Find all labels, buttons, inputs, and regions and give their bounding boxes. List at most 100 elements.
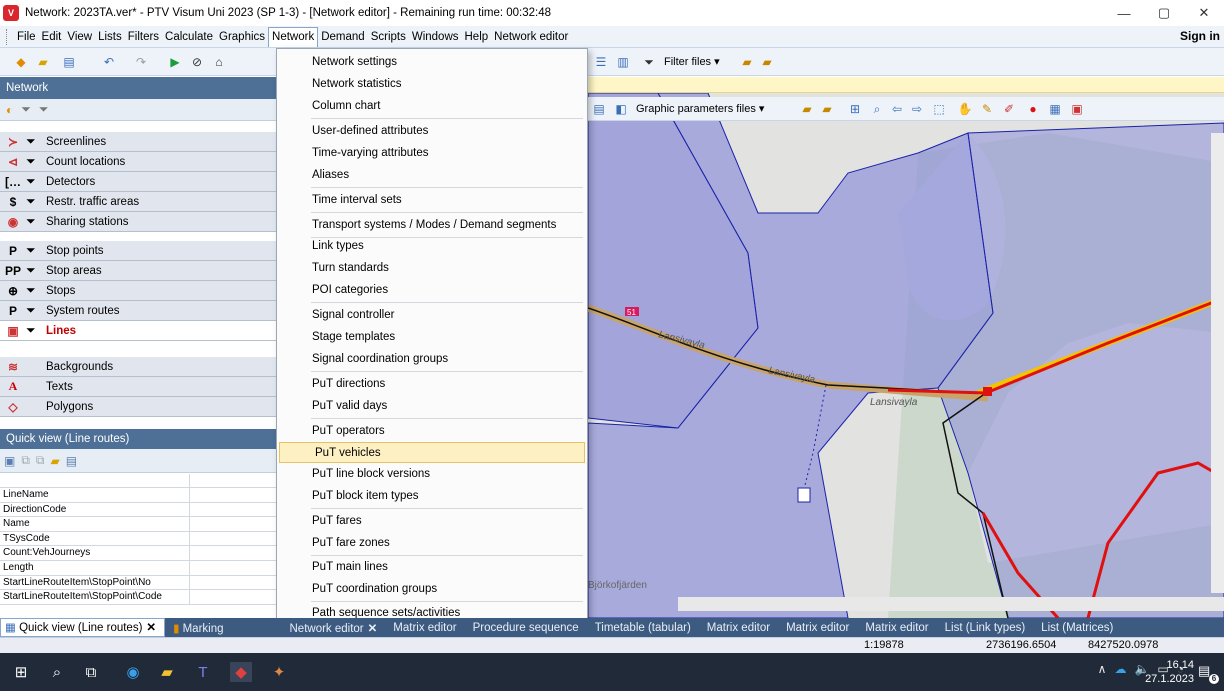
clock[interactable]: 16.14 27.1.2023 <box>1145 658 1194 686</box>
home-icon[interactable]: ⌂ <box>210 53 228 71</box>
close-button[interactable]: ✕ <box>1184 0 1224 26</box>
filter-icon[interactable]: ⏷ <box>26 154 42 169</box>
layer-row-texts[interactable]: A Texts <box>0 377 276 397</box>
layer-row-system-routes[interactable]: P ⏷ System routes <box>0 301 276 321</box>
filter-icon[interactable]: ⏷ <box>26 323 42 338</box>
menu-item-aliases[interactable]: Aliases <box>277 165 587 186</box>
stop-point-marker[interactable] <box>983 387 992 396</box>
list-view-icon[interactable]: ☰ <box>592 53 610 71</box>
menu-item-put-directions[interactable]: PuT directions <box>277 374 587 395</box>
save-layout-icon[interactable]: ▤ <box>66 454 77 468</box>
highlighter-icon[interactable]: ✐ <box>1000 100 1018 118</box>
tab-timetable[interactable]: Timetable (tabular) <box>587 622 699 634</box>
copy-icon[interactable]: ⧉ <box>21 453 30 468</box>
filter-icon[interactable]: ⏷ <box>26 303 42 318</box>
layer-row-screenlines[interactable]: ≻ ⏷ Screenlines <box>0 132 276 152</box>
notification-icon[interactable]: ▤ 6 <box>1198 663 1219 684</box>
task-view-icon[interactable]: ⧉ <box>80 662 102 682</box>
filter-icon[interactable]: ⏷ <box>26 263 42 278</box>
menu-item-link-types[interactable]: Link types <box>277 236 587 257</box>
menu-item-put-operators[interactable]: PuT operators <box>277 421 587 442</box>
chevron-up-icon[interactable]: ∧ <box>1098 662 1107 676</box>
tab-list-matrices[interactable]: List (Matrices) <box>1033 622 1121 634</box>
layer-row-stop-points[interactable]: P ⏷ Stop points <box>0 241 276 261</box>
network-map[interactable]: 51 Lansivayla Lansivayla Lansivayla Björ… <box>588 93 1224 618</box>
magnifier-icon[interactable]: ⌕ <box>868 100 886 118</box>
pan-hand-icon[interactable]: ✋ <box>956 100 974 118</box>
back-icon[interactable]: ⇦ <box>888 100 906 118</box>
layer-row-lines[interactable]: ▣ ⏷ Lines <box>0 321 276 341</box>
save-icon[interactable]: ▤ <box>60 53 78 71</box>
menu-windows[interactable]: Windows <box>409 27 462 47</box>
graphic-params-icon[interactable]: ◧ <box>612 100 630 118</box>
filter-icon[interactable]: ⏷ <box>26 243 42 258</box>
tab-matrix-editor-4[interactable]: Matrix editor <box>857 622 936 634</box>
map-v-scrollbar[interactable] <box>1211 133 1224 593</box>
open-folder-icon[interactable]: ▰ <box>34 53 52 71</box>
layer-row-count-locations[interactable]: ⊲ ⏷ Count locations <box>0 152 276 172</box>
undo-icon[interactable]: ↶ <box>100 53 118 71</box>
menu-item-time-interval-sets[interactable]: Time interval sets <box>277 190 587 211</box>
layer-row-backgrounds[interactable]: ≋ Backgrounds <box>0 357 276 377</box>
menu-item-put-main-lines[interactable]: PuT main lines <box>277 557 587 578</box>
tab-procedure-sequence[interactable]: Procedure sequence <box>465 622 587 634</box>
menu-network-editor[interactable]: Network editor <box>491 27 571 47</box>
forward-icon[interactable]: ⇨ <box>908 100 926 118</box>
menu-item-put-line-block-versions[interactable]: PuT line block versions <box>277 464 587 485</box>
paste-icon[interactable]: ⧉ <box>36 453 45 468</box>
graphic-parameters-files-dropdown[interactable]: Graphic parameters files ▾ <box>636 102 764 115</box>
filter-files-dropdown[interactable]: Filter files ▾ <box>664 55 720 68</box>
menu-help[interactable]: Help <box>462 27 492 47</box>
filter-icon[interactable]: ⏷ <box>640 53 658 71</box>
visum-taskbar-icon[interactable]: ◆ <box>230 662 252 682</box>
menu-item-signal-coordination-groups[interactable]: Signal coordination groups <box>277 349 587 370</box>
menu-item-signal-controller[interactable]: Signal controller <box>277 305 587 326</box>
menu-item-transport-systems[interactable]: Transport systems / Modes / Demand segme… <box>277 215 587 236</box>
restore-button[interactable]: ▢ <box>1144 0 1184 26</box>
menu-demand[interactable]: Demand <box>318 27 367 47</box>
menu-item-stage-templates[interactable]: Stage templates <box>277 327 587 348</box>
vissim-taskbar-icon[interactable]: ✦ <box>268 662 290 682</box>
zoom-window-icon[interactable]: ⊞ <box>846 100 864 118</box>
open-icon[interactable]: ▰ <box>51 454 60 468</box>
layer-row-restr-traffic-areas[interactable]: $ ⏷ Restr. traffic areas <box>0 192 276 212</box>
menu-item-network-statistics[interactable]: Network statistics <box>277 74 587 95</box>
close-tab-icon[interactable]: ✕ <box>368 623 378 635</box>
teams-icon[interactable]: T <box>192 662 214 682</box>
menu-item-put-fares[interactable]: PuT fares <box>277 511 587 532</box>
quick-view-grid[interactable]: LineName DirectionCode Name TSysCode Cou… <box>0 474 276 618</box>
layer-settings-icon[interactable]: ◐ <box>6 103 13 117</box>
minimize-button[interactable]: — <box>1104 0 1144 26</box>
layer-row-stop-areas[interactable]: PP ⏷ Stop areas <box>0 261 276 281</box>
menu-scripts[interactable]: Scripts <box>368 27 409 47</box>
filter-icon[interactable]: ⏷ <box>26 194 42 209</box>
menu-item-put-valid-days[interactable]: PuT valid days <box>277 396 587 417</box>
menu-item-column-chart[interactable]: Column chart <box>277 96 587 117</box>
search-icon[interactable]: ⌕ <box>46 662 68 682</box>
filter-icon[interactable]: ⏷ <box>26 283 42 298</box>
menu-item-put-fare-zones[interactable]: PuT fare zones <box>277 533 587 554</box>
menu-item-put-coordination-groups[interactable]: PuT coordination groups <box>277 579 587 600</box>
picture-icon[interactable]: ▣ <box>1068 100 1086 118</box>
graph-icon[interactable]: ⊘ <box>188 53 206 71</box>
menu-network[interactable]: Network <box>268 26 319 47</box>
filter-clear-icon[interactable]: ⏷ <box>39 102 49 117</box>
tab-list-link-types[interactable]: List (Link types) <box>937 622 1034 634</box>
extent-icon[interactable]: ⬚ <box>930 100 948 118</box>
map-canvas[interactable]: 51 Lansivayla Lansivayla Lansivayla Björ… <box>588 93 1224 618</box>
columns-icon[interactable]: ▥ <box>614 53 632 71</box>
record-icon[interactable]: ● <box>1024 100 1042 118</box>
menu-item-time-varying-attributes[interactable]: Time-varying attributes <box>277 143 587 164</box>
tab-matrix-editor-3[interactable]: Matrix editor <box>778 622 857 634</box>
menu-graphics[interactable]: Graphics <box>216 27 268 47</box>
grid-icon[interactable]: ▦ <box>1046 100 1064 118</box>
redo-icon[interactable]: ↷ <box>132 53 150 71</box>
menu-item-network-settings[interactable]: Network settings <box>277 52 587 73</box>
tab-marking[interactable]: ▮ Marking <box>165 621 231 635</box>
menu-item-poi-categories[interactable]: POI categories <box>277 280 587 301</box>
open-filter-icon[interactable]: ▰ <box>738 53 756 71</box>
layers-icon[interactable]: ▤ <box>590 100 608 118</box>
tab-matrix-editor[interactable]: Matrix editor <box>385 622 464 634</box>
filter-icon[interactable]: ⏷ <box>26 214 42 229</box>
tab-quick-view-line-routes[interactable]: ▦ Quick view (Line routes) ✕ <box>0 618 166 637</box>
